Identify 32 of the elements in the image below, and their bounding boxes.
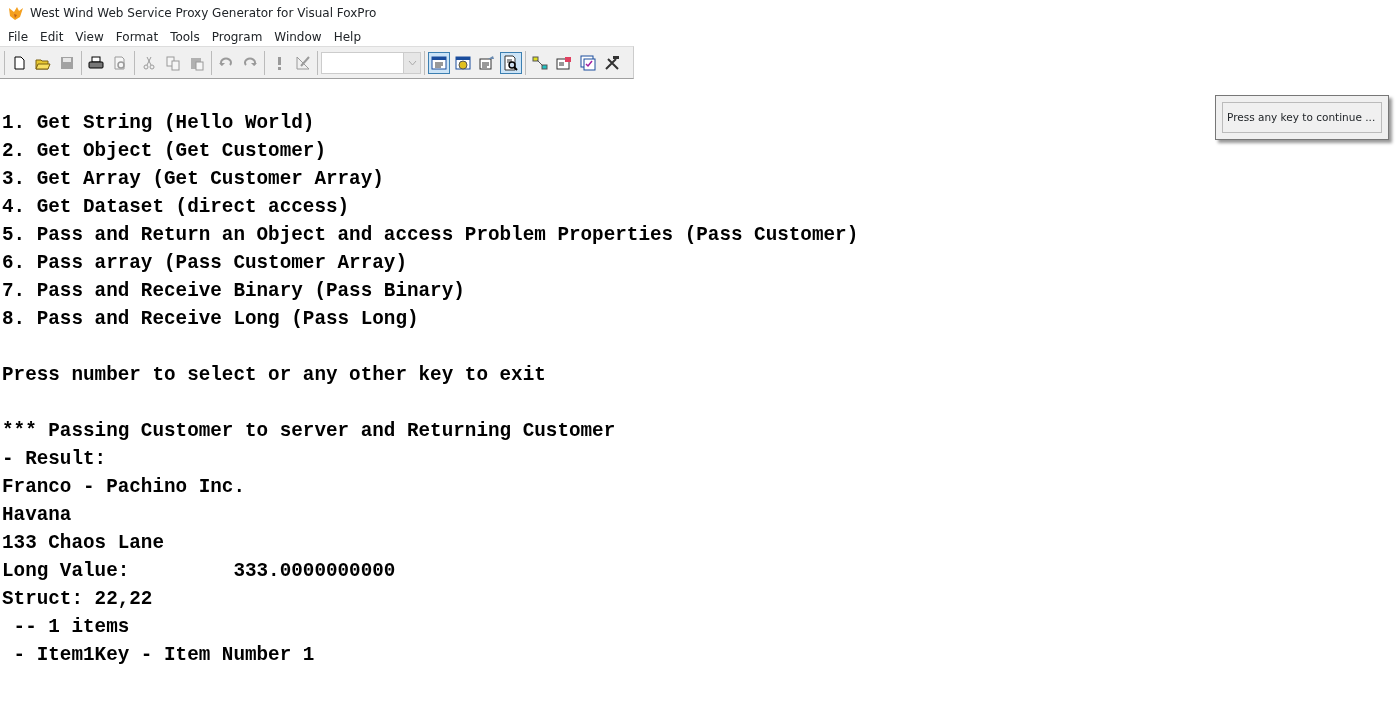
console-line: -- 1 items (12, 615, 130, 640)
menu-item[interactable]: View (69, 27, 110, 46)
console-line: Press number to select or any other key to exit (2, 363, 546, 388)
menu-item[interactable]: File (2, 27, 35, 46)
console-line: Long Value: 333.0000000000 (2, 559, 396, 584)
wait-window-text: Press any key to continue ... (1222, 102, 1382, 133)
console-line: 8. Pass and Receive Long (Pass Long) (2, 307, 419, 332)
menu-item[interactable]: Format (109, 27, 165, 46)
menu-item[interactable]: Tools (164, 27, 206, 46)
console-line: *** Passing Customer to server and Returning Customer (2, 419, 616, 444)
console-line: 1. Get String (Hello World) (2, 111, 315, 136)
console-line: 7. Pass and Receive Binary (Pass Binary) (2, 279, 465, 304)
console-line: 5. Pass and Return an Object and access Problem Properties (Pass Customer) (2, 223, 859, 248)
console-line: 6. Pass array (Pass Customer Array) (2, 251, 407, 276)
console-line: - Result: (2, 447, 107, 472)
console-line: 4. Get Dataset (direct access) (2, 195, 350, 220)
console-line: - Item1Key - Item Number 1 (12, 643, 315, 668)
caret-icon (407, 59, 417, 66)
menu-item[interactable]: Program (205, 27, 269, 46)
console-line: Havana (2, 503, 72, 528)
fox-logo-icon (8, 5, 24, 21)
magnifier-document-icon[interactable] (500, 51, 522, 74)
console-line: Struct: 22,22 (2, 587, 153, 612)
command-window-icon[interactable] (428, 51, 450, 74)
console-line: 2. Get Object (Get Customer) (2, 139, 326, 164)
console-line: 133 Chaos Lane (2, 531, 164, 556)
menu-item[interactable]: Help (327, 27, 367, 46)
console-line: 3. Get Array (Get Customer Array) (2, 167, 384, 192)
menu-item[interactable]: Window (268, 27, 328, 46)
window-title: West Wind Web Service Proxy Generator for Visual FoxPro (30, 5, 377, 22)
console-line: Franco - Pachino Inc. (2, 475, 245, 500)
menu-item[interactable]: Edit (34, 27, 70, 46)
